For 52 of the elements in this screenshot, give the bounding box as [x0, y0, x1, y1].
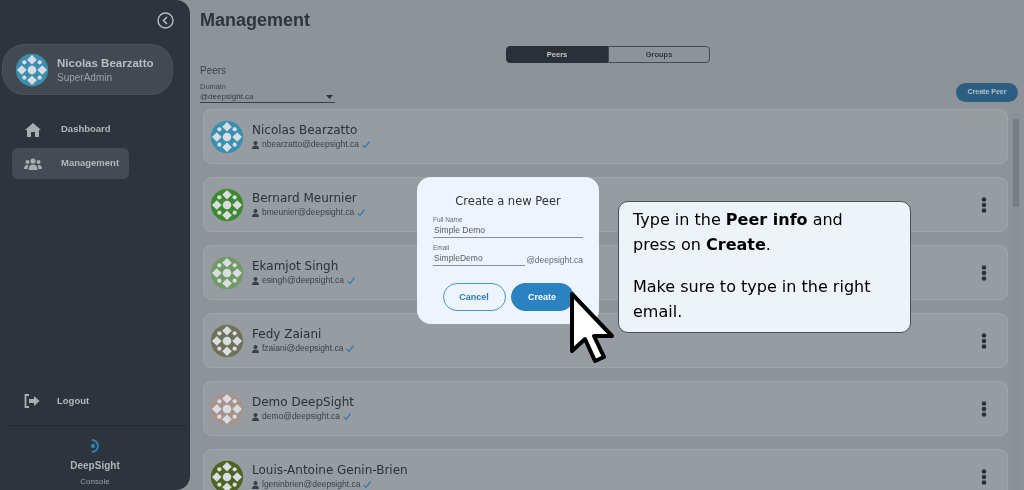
more-icon[interactable] — [981, 400, 987, 417]
check-icon — [362, 141, 370, 148]
dialog-title: Create a new Peer — [454, 193, 562, 210]
more-icon[interactable] — [981, 264, 987, 281]
peer-name: Ekamjot Singh — [252, 258, 339, 275]
profile-card[interactable]: Nicolas Bearzatto SuperAdmin — [2, 44, 173, 95]
peer-email: fzaiani@deepsight.ca — [262, 342, 344, 355]
peer-email: nbearzatto@deepsight.ca — [262, 138, 359, 151]
more-icon[interactable] — [981, 332, 987, 349]
person-icon — [252, 412, 259, 421]
logo-icon — [90, 439, 100, 453]
peer-email: bmeunier@deepsight.ca — [262, 206, 355, 219]
nav-item[interactable]: Management — [12, 148, 129, 179]
more-icon[interactable] — [981, 468, 987, 485]
peer-name: Nicolas Bearzatto — [252, 122, 358, 139]
peer-name: Fedy Zaiani — [252, 326, 322, 343]
peer-card[interactable]: Nicolas Bearzatto nbearzatto@deepsight.ca — [203, 109, 1008, 164]
check-icon — [346, 277, 355, 284]
peer-email: lgeninbrien@deepsight.ca — [262, 478, 361, 490]
check-icon — [357, 209, 366, 216]
profile-role: SuperAdmin — [57, 70, 114, 84]
home-icon — [25, 122, 41, 137]
peer-email: demo@deepsight.ca — [262, 410, 341, 423]
logout-item[interactable]: Logout — [24, 390, 190, 412]
check-icon — [363, 481, 372, 488]
nav-item[interactable]: Dashboard — [12, 114, 129, 145]
brand-subtitle: Console — [80, 476, 110, 488]
page-title: Management — [200, 9, 312, 32]
cursor-icon — [569, 291, 617, 365]
email-suffix: @deepsight.ca — [526, 254, 583, 267]
section-label: Peers — [200, 64, 228, 78]
person-icon — [252, 208, 259, 217]
peer-name: Louis-Antoine Genin-Brien — [252, 462, 408, 479]
person-icon — [252, 344, 259, 353]
logout-icon — [24, 394, 40, 408]
peer-card[interactable]: Demo DeepSight demo@deepsight.ca — [203, 381, 1008, 436]
dropdown-caret-icon — [326, 94, 333, 99]
create-button[interactable]: Create — [510, 283, 574, 312]
check-icon — [346, 345, 355, 352]
brand-name: DeepSight — [70, 459, 120, 473]
peer-name: Bernard Meurnier — [252, 190, 357, 207]
peer-card[interactable]: Louis-Antoine Genin-Brien lgeninbrien@deepsight.ca — [203, 449, 1008, 490]
collapse-icon[interactable] — [157, 12, 174, 29]
users-icon — [24, 157, 42, 170]
peer-email: esingh@deepsight.ca — [262, 274, 344, 287]
more-icon[interactable] — [981, 196, 987, 213]
peer-name: Demo DeepSight — [252, 394, 354, 411]
check-icon — [343, 413, 352, 420]
person-icon — [252, 480, 259, 489]
person-icon — [252, 276, 259, 285]
person-icon — [252, 140, 259, 149]
profile-name: Nicolas Bearzatto — [57, 55, 154, 71]
